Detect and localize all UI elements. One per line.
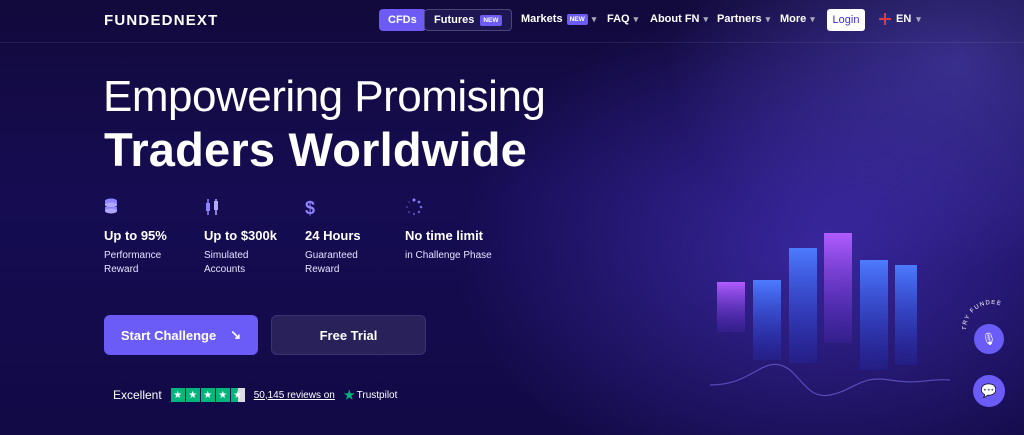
spinner-icon <box>405 198 525 218</box>
star-icon: ★ <box>185 388 200 402</box>
glowing-bars-illustration <box>709 233 950 397</box>
feature-performance-reward: Up to 95% Performance Reward <box>104 198 204 277</box>
star-icon: ★ <box>170 388 185 402</box>
nav-faq[interactable]: FAQ ▾ <box>607 13 638 25</box>
language-label: EN <box>896 13 912 25</box>
markets-label: Markets <box>521 13 563 25</box>
bar <box>789 248 817 363</box>
futures-toggle[interactable]: Futures NEW <box>424 9 512 31</box>
hero-heading-line2: Traders Worldwide <box>104 123 528 176</box>
bar <box>860 260 888 370</box>
more-label: More <box>780 13 807 25</box>
microphone-icon: 🎙 <box>981 332 997 346</box>
feature-title: Up to $300k <box>204 228 277 243</box>
uk-flag-icon <box>879 13 891 25</box>
feature-title: No time limit <box>405 228 484 243</box>
rating-word: Excellent <box>113 388 162 402</box>
feature-guaranteed-reward: $ 24 Hours Guaranteed Reward <box>305 198 405 277</box>
star-icon: ★ <box>200 388 215 402</box>
dollar-icon: $ <box>305 198 316 218</box>
feature-no-time-limit: No time limit in Challenge Phase <box>405 198 525 263</box>
trustpilot-logo[interactable]: ★ Trustpilot <box>344 388 398 402</box>
feature-title: Up to 95% <box>104 228 167 243</box>
chevron-down-icon: ▾ <box>633 13 639 24</box>
chevron-down-icon: ▾ <box>703 13 709 24</box>
start-challenge-button[interactable]: Start Challenge ↘ <box>104 315 258 355</box>
bar <box>753 280 781 360</box>
trustpilot-star-icon: ★ <box>343 388 355 402</box>
new-badge: NEW <box>566 13 588 25</box>
top-navigation: FUNDEDNEXT CFDs Futures NEW Markets NEW … <box>0 0 1024 42</box>
start-challenge-label: Start Challenge <box>120 327 217 343</box>
arrow-down-right-icon: ↘ <box>230 327 242 342</box>
faq-label: FAQ <box>607 13 630 25</box>
feature-subtitle: Simulated <box>204 250 249 261</box>
trustpilot-rating: Excellent ★ ★ ★ ★ ★ 50,145 reviews on ★ T… <box>113 388 397 402</box>
chevron-down-icon: ▾ <box>591 13 597 24</box>
feature-simulated-accounts: Up to $300k Simulated Accounts <box>204 198 304 277</box>
new-badge: NEW <box>480 14 502 26</box>
chevron-down-icon: ▾ <box>810 13 815 24</box>
feature-subtitle: Performance <box>104 250 162 261</box>
brand-logo[interactable]: FUNDEDNEXT <box>104 12 219 29</box>
wave-line <box>709 363 950 397</box>
candlestick-icon <box>204 198 304 218</box>
feature-subtitle: Reward <box>305 264 340 275</box>
nav-markets[interactable]: Markets NEW ▾ <box>521 13 596 25</box>
star-half-icon: ★ <box>230 388 245 402</box>
nav-about[interactable]: About FN ▾ <box>650 13 708 25</box>
about-label: About FN <box>650 13 700 25</box>
partners-label: Partners <box>717 13 762 25</box>
coins-stack-icon <box>104 198 204 218</box>
trustpilot-brand: Trustpilot <box>356 389 398 401</box>
nav-more[interactable]: More ▾ <box>780 13 815 25</box>
login-button[interactable]: Login <box>827 9 865 31</box>
nav-partners[interactable]: Partners ▾ <box>717 13 770 25</box>
chevron-down-icon: ▾ <box>916 13 921 24</box>
hero-heading-line1: Empowering Promising <box>103 72 546 121</box>
bar <box>824 233 852 343</box>
feature-subtitle: Reward <box>104 264 139 275</box>
feature-title: 24 Hours <box>305 228 361 243</box>
language-selector[interactable]: EN ▾ <box>879 13 921 25</box>
free-trial-label: Free Trial <box>319 327 378 343</box>
chevron-down-icon: ▾ <box>765 13 771 24</box>
feature-subtitle: in Challenge Phase <box>405 250 492 261</box>
bar <box>895 265 917 365</box>
cfds-label: CFDs <box>388 14 417 26</box>
feature-subtitle: Accounts <box>204 264 246 275</box>
divider <box>0 42 1024 43</box>
reviews-link[interactable]: 50,145 reviews on <box>254 390 335 401</box>
microphone-button[interactable]: 🎙 <box>974 324 1004 354</box>
free-trial-button[interactable]: Free Trial <box>271 315 426 355</box>
feature-subtitle: Guaranteed <box>305 250 358 261</box>
rating-stars: ★ ★ ★ ★ ★ <box>170 388 245 402</box>
cfds-toggle[interactable]: CFDs <box>379 9 426 31</box>
futures-label: Futures <box>434 14 475 26</box>
bar <box>717 282 745 332</box>
star-icon: ★ <box>215 388 230 402</box>
chat-icon: 💬 <box>980 383 998 398</box>
chat-button[interactable]: 💬 <box>973 375 1005 407</box>
